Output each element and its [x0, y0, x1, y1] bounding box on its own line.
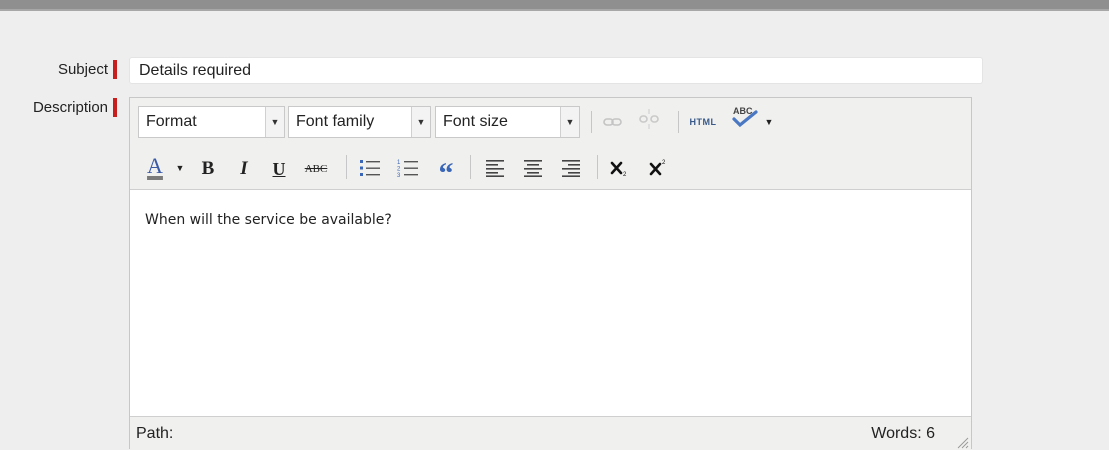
- insert-link-button[interactable]: [600, 109, 626, 135]
- toolbar-separator: [678, 111, 679, 133]
- bullet-list-button[interactable]: [356, 155, 384, 181]
- font-size-dropdown[interactable]: Font size ▼: [435, 106, 580, 138]
- link-icon: [603, 118, 622, 126]
- subject-required-marker: [113, 60, 117, 79]
- format-dropdown[interactable]: Format ▼: [138, 106, 285, 138]
- resize-handle-icon[interactable]: [955, 435, 969, 449]
- editor-content-text: When will the service be available?: [145, 212, 392, 228]
- underline-button[interactable]: U: [267, 156, 291, 182]
- toolbar-separator: [591, 111, 592, 133]
- align-right-button[interactable]: [557, 155, 585, 181]
- chevron-down-icon: ▼: [265, 107, 284, 137]
- align-center-icon: [524, 160, 542, 177]
- word-count: Words: 6: [871, 425, 935, 442]
- font-family-dropdown[interactable]: Font family ▼: [288, 106, 431, 138]
- strikethrough-button[interactable]: ABC: [301, 156, 331, 182]
- rich-text-editor: Format ▼ Font family ▼ Font size ▼ HTML …: [129, 97, 972, 450]
- superscript-icon: 2: [649, 160, 666, 176]
- font-family-dropdown-label: Font family: [296, 113, 375, 130]
- font-color-icon: A: [147, 153, 163, 178]
- svg-text:2: 2: [397, 167, 401, 173]
- toolbar-separator: [346, 155, 347, 179]
- chevron-down-icon: ▼: [560, 107, 579, 137]
- chevron-down-icon: ▼: [411, 107, 430, 137]
- italic-button[interactable]: I: [232, 156, 256, 182]
- unlink-icon: [639, 109, 659, 129]
- editor-statusbar: Path: Words: 6: [130, 416, 971, 450]
- spellcheck-label: ABC: [733, 106, 753, 116]
- align-left-icon: [486, 160, 504, 177]
- description-required-marker: [113, 98, 117, 117]
- font-color-dropdown-button[interactable]: ▼: [174, 155, 186, 181]
- svg-text:1: 1: [397, 160, 401, 166]
- description-label: Description: [32, 99, 108, 116]
- blockquote-button[interactable]: “: [433, 155, 459, 190]
- chevron-down-icon: ▼: [764, 117, 774, 127]
- font-size-dropdown-label: Font size: [443, 113, 508, 130]
- bold-button[interactable]: B: [196, 156, 220, 182]
- align-left-button[interactable]: [481, 155, 509, 181]
- editor-content-area[interactable]: When will the service be available?: [130, 190, 971, 416]
- spellcheck-dropdown-button[interactable]: ▼: [763, 109, 775, 135]
- format-dropdown-label: Format: [146, 113, 197, 130]
- path-label: Path:: [136, 425, 174, 442]
- spellcheck-icon: ABC: [732, 106, 758, 128]
- toolbar-separator: [597, 155, 598, 179]
- subscript-button[interactable]: 2: [606, 155, 634, 181]
- spellcheck-button[interactable]: ABC: [728, 104, 762, 130]
- subscript-icon: 2: [610, 161, 627, 178]
- chevron-down-icon: ▼: [175, 163, 185, 173]
- font-color-button[interactable]: A: [142, 153, 168, 179]
- svg-text:3: 3: [397, 173, 401, 178]
- superscript-button[interactable]: 2: [645, 155, 673, 181]
- svg-text:2: 2: [662, 160, 666, 166]
- editor-toolbar: Format ▼ Font family ▼ Font size ▼ HTML …: [130, 98, 971, 190]
- html-source-button[interactable]: HTML: [684, 109, 722, 135]
- align-center-button[interactable]: [519, 155, 547, 181]
- top-border: [0, 0, 1109, 11]
- toolbar-separator: [470, 155, 471, 179]
- numbered-list-button[interactable]: 1 2 3: [394, 155, 422, 181]
- bullet-list-icon: [360, 160, 380, 176]
- subject-label: Subject: [57, 61, 108, 78]
- unlink-button[interactable]: [635, 106, 663, 132]
- svg-text:2: 2: [623, 172, 627, 178]
- subject-input[interactable]: [129, 57, 983, 84]
- numbered-list-icon: 1 2 3: [397, 160, 418, 179]
- align-right-icon: [562, 160, 580, 177]
